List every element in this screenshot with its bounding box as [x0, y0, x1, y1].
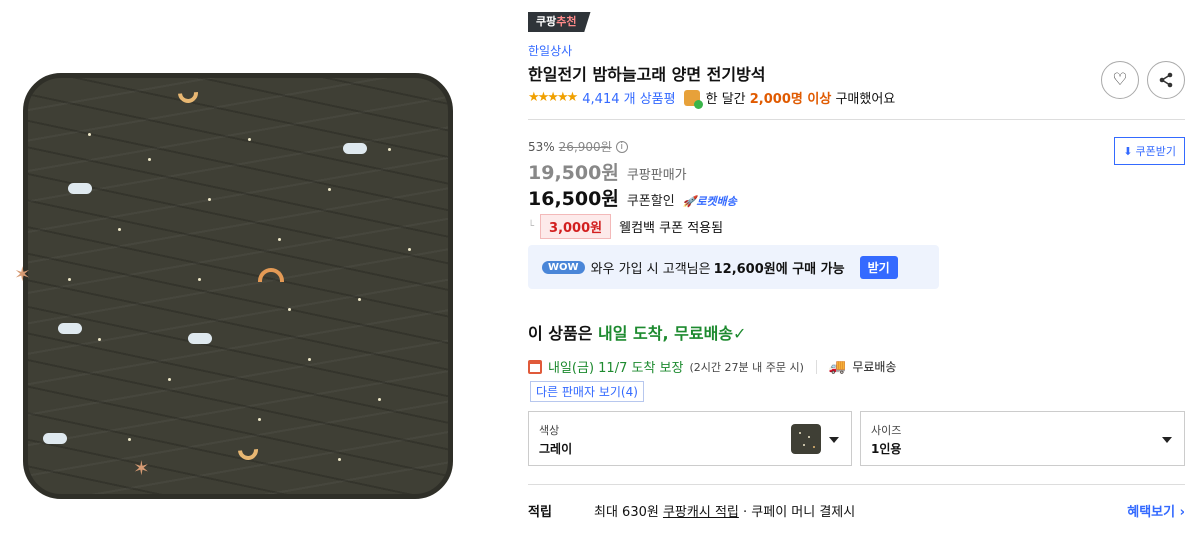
review-count-link[interactable]: 4,414 개 상품평 — [582, 88, 675, 107]
product-title: 한일전기 밤하늘고래 양면 전기방석 — [528, 65, 766, 84]
divider — [528, 484, 1185, 485]
coupon-price-row: 16,500원 쿠폰할인 🚀로켓배송 — [528, 184, 737, 211]
discount-rate: 53% — [528, 139, 555, 154]
sale-price-label: 쿠팡판매가 — [626, 168, 687, 183]
share-icon — [1159, 72, 1173, 88]
welcome-coupon-amount: 3,000원 — [540, 214, 612, 239]
color-select[interactable]: 색상 그레이 — [528, 411, 852, 466]
discount-row: 53% 26,900원 i — [528, 138, 628, 155]
share-button[interactable] — [1147, 61, 1185, 99]
star-rating-icon: ★★★★★ — [528, 90, 578, 105]
welcome-coupon-text: 웰컴백 쿠폰 적용됨 — [619, 221, 724, 236]
sale-price-row: 19,500원 쿠팡판매가 — [528, 158, 687, 185]
starfish-icon: ✶ — [14, 262, 31, 286]
points-header: 적립 — [528, 505, 552, 520]
calendar-icon — [528, 359, 542, 374]
truck-icon: 🚚 — [828, 358, 847, 375]
sale-price: 19,500원 — [528, 162, 619, 184]
original-price: 26,900원 — [558, 140, 612, 154]
color-swatch-thumbnail — [791, 424, 821, 454]
order-deadline: (2시간 27분 내 주문 시) — [689, 360, 804, 374]
seller-link[interactable]: 한일상사 — [528, 42, 572, 59]
coupon-price-label: 쿠폰할인 — [626, 194, 675, 209]
wow-membership-banner: WOW 와우 가입 시 고객님은 12,600원에 구매 가능 받기 — [528, 245, 939, 289]
check-icon: ✓ — [733, 324, 747, 343]
delivery-info-row: 내일(금) 11/7 도착 보장 (2시간 27분 내 주문 시) 🚚 무료배송 — [528, 357, 896, 376]
wow-price: 12,600원에 구매 가능 — [713, 261, 845, 277]
delivery-headline: 이 상품은 내일 도착, 무료배송✓ — [528, 324, 747, 343]
heart-icon: ♡ — [1112, 70, 1128, 90]
points-row: 적립 최대 630원 쿠팡캐시 적립 · 쿠페이 머니 결제시 혜택보기 › — [528, 501, 1185, 520]
product-image[interactable]: ✶ ✶ — [14, 70, 460, 500]
chevron-down-icon — [1162, 437, 1172, 443]
wow-receive-button[interactable]: 받기 — [859, 255, 898, 279]
size-select[interactable]: 사이즈 1인용 — [860, 411, 1185, 466]
chevron-down-icon — [829, 437, 839, 443]
download-icon: ⬇ — [1123, 144, 1133, 158]
recommendation-badge: 쿠팡추천 — [528, 12, 591, 32]
divider — [528, 119, 1185, 120]
rating-row: ★★★★★ 4,414 개 상품평 한 달간 2,000명 이상 구매했어요 — [528, 88, 896, 109]
rocket-delivery-badge: 🚀로켓배송 — [682, 195, 737, 208]
other-sellers-button[interactable]: 다른 판매자 보기(4) — [530, 381, 644, 402]
arrival-date: 내일(금) 11/7 도착 보장 — [548, 361, 684, 376]
shopping-bag-icon — [683, 89, 703, 109]
wow-badge: WOW — [542, 260, 585, 274]
get-coupon-button[interactable]: ⬇ 쿠폰받기 — [1114, 137, 1185, 165]
heated-mat-illustration: ✶ — [23, 73, 453, 499]
info-icon[interactable]: i — [615, 140, 628, 153]
coupang-cash-link[interactable]: 쿠팡캐시 적립 — [663, 501, 739, 520]
welcome-coupon-row: └ 3,000원 웰컴백 쿠폰 적용됨 — [528, 214, 723, 239]
wishlist-button[interactable]: ♡ — [1101, 61, 1139, 99]
purchase-count-text: 한 달간 2,000명 이상 구매했어요 — [705, 92, 896, 107]
product-info-panel: 쿠팡추천 한일상사 한일전기 밤하늘고래 양면 전기방석 ★★★★★ 4,414… — [528, 0, 1185, 533]
coupon-price: 16,500원 — [528, 188, 619, 210]
size-selected-value: 1인용 — [871, 442, 902, 456]
view-benefits-link[interactable]: 혜택보기 › — [1127, 501, 1185, 520]
free-shipping-label: 무료배송 — [852, 360, 897, 374]
